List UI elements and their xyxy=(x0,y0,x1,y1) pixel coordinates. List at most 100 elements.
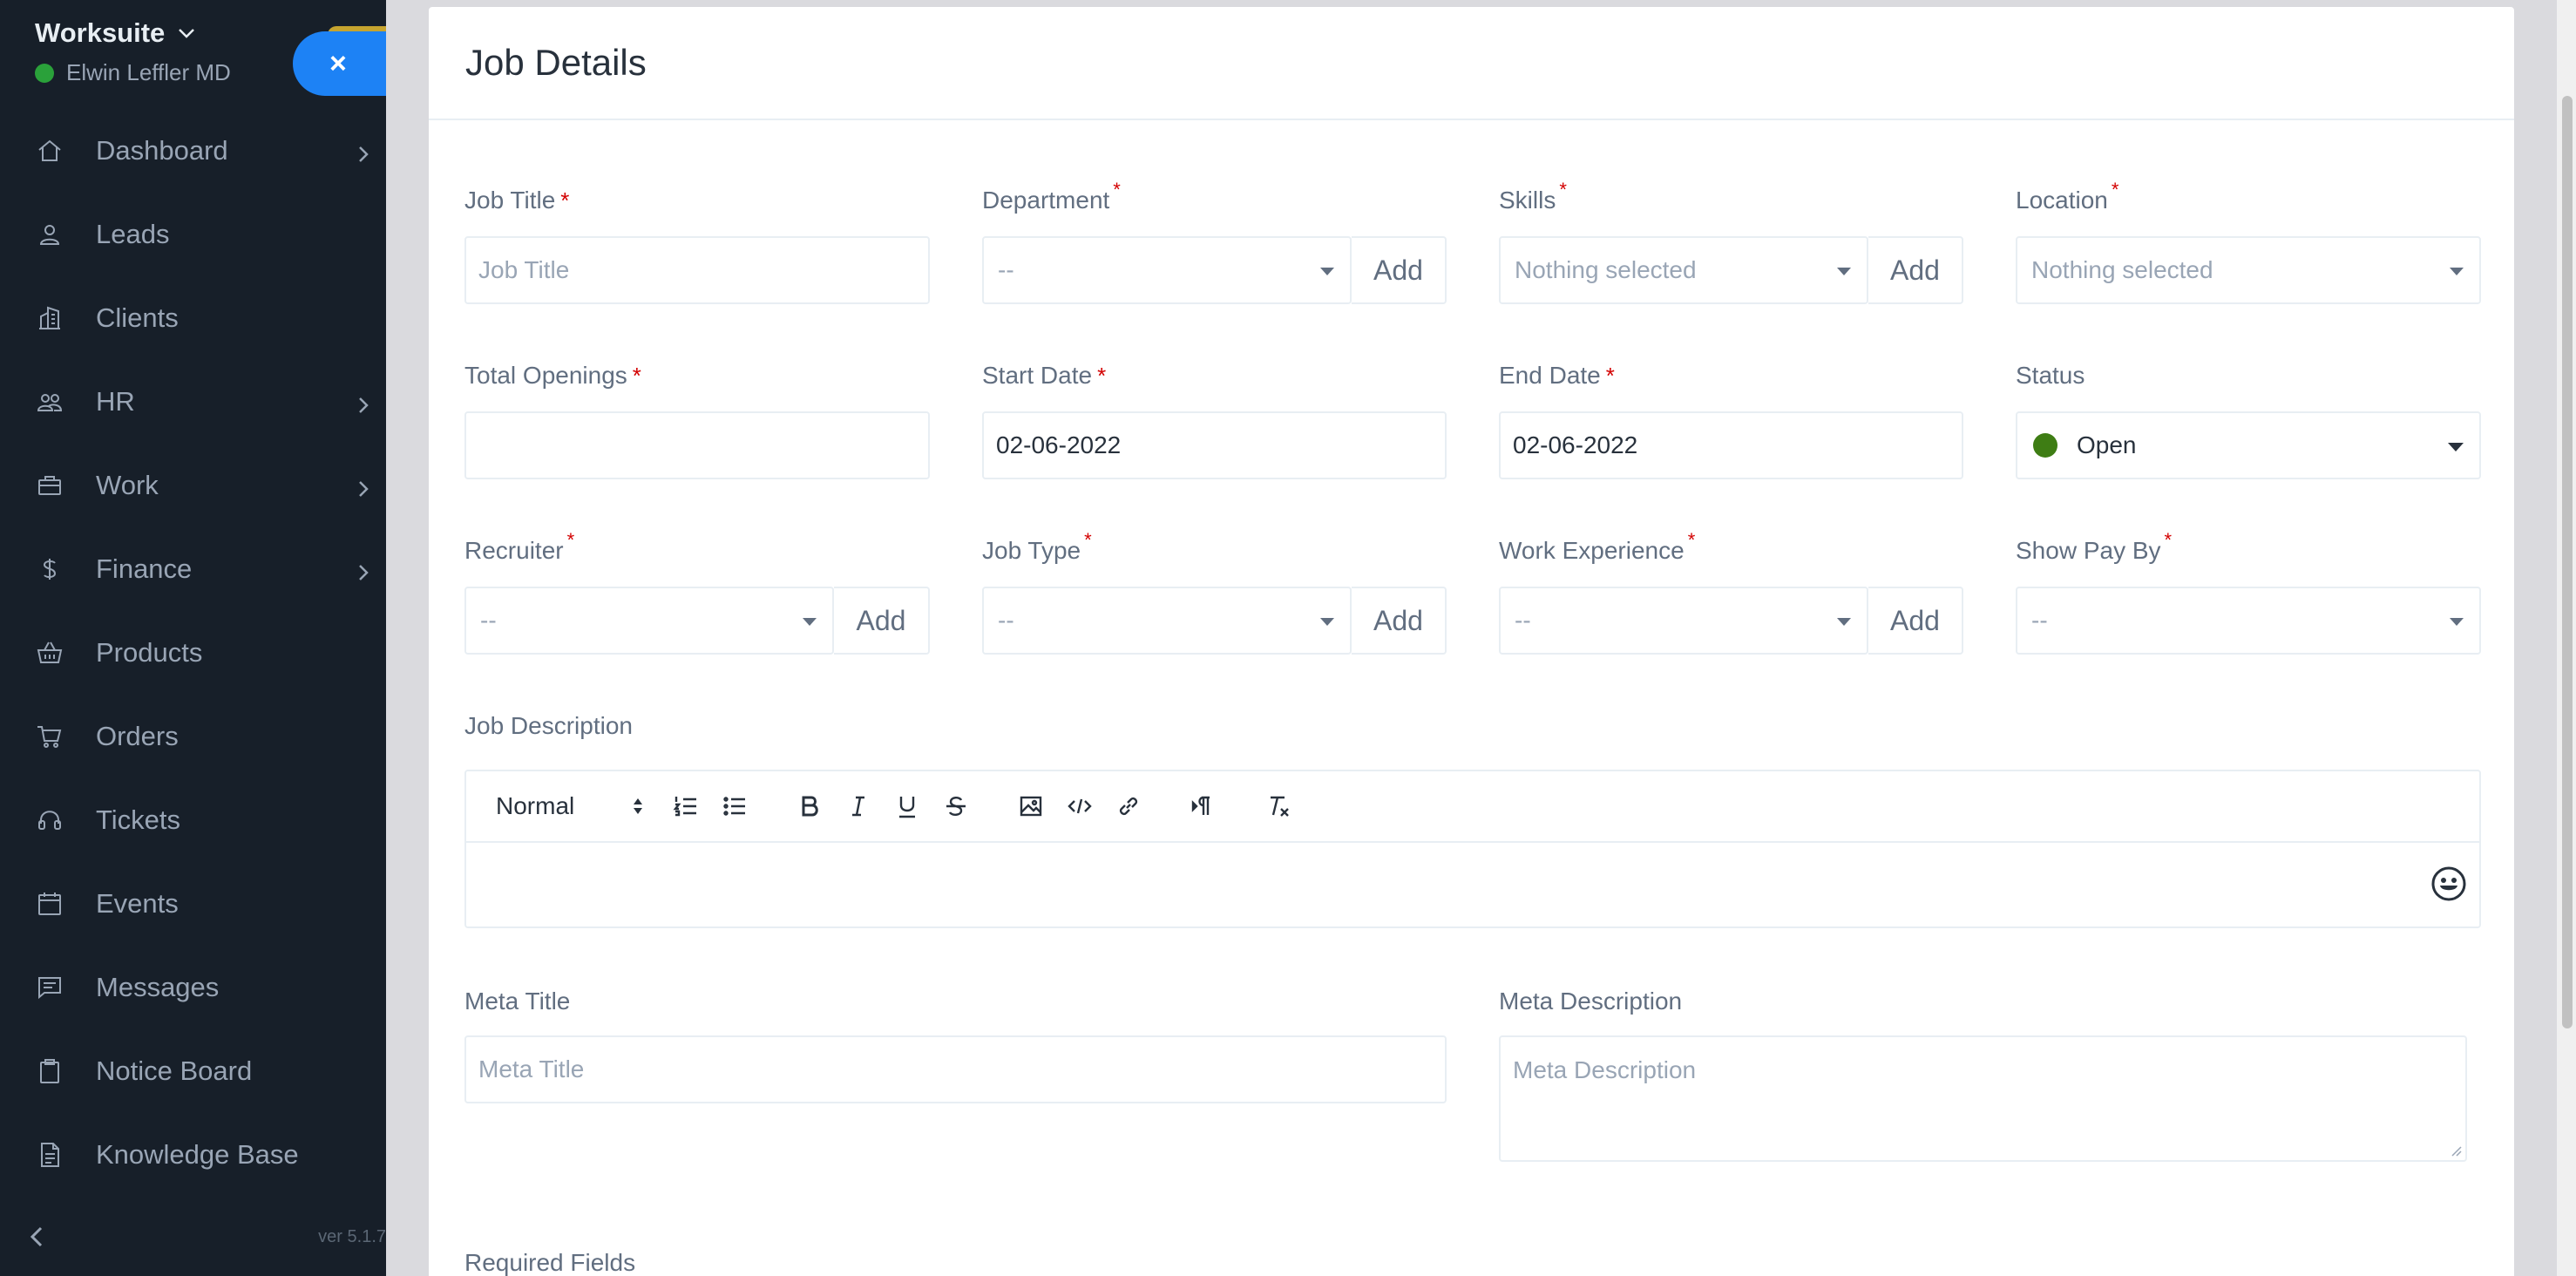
label-text: Meta Description xyxy=(1499,988,1683,1015)
select-value: -- xyxy=(998,607,1014,634)
add-skill-button[interactable]: Add xyxy=(1868,236,1963,304)
sidebar: Worksuite Elwin Leffler MD × Dashboard L… xyxy=(0,0,386,1276)
sidebar-item-label: Finance xyxy=(96,553,193,584)
sidebar-item-label: Events xyxy=(96,888,179,919)
sidebar-item-work[interactable]: Work xyxy=(0,444,386,527)
message-icon xyxy=(35,973,64,1002)
select-value: Nothing selected xyxy=(2031,256,2213,283)
sidebar-item-dashboard[interactable]: Dashboard xyxy=(0,109,386,193)
job-type-label: Job Type * xyxy=(982,529,1092,565)
bullet-list-icon[interactable] xyxy=(719,791,750,822)
collapse-sidebar-icon[interactable] xyxy=(26,1225,47,1249)
link-icon[interactable] xyxy=(1113,791,1144,822)
clear-format-icon[interactable] xyxy=(1263,791,1294,822)
basket-icon xyxy=(35,638,64,668)
chevron-right-icon xyxy=(355,391,372,413)
calendar-icon xyxy=(35,889,64,919)
status-open-icon xyxy=(2033,433,2057,458)
meta-title-label: Meta Title xyxy=(464,988,570,1015)
label-text: Status xyxy=(2016,362,2085,389)
ordered-list-icon[interactable] xyxy=(670,791,702,822)
sidebar-item-label: Knowledge Base xyxy=(96,1139,299,1170)
job-description-label: Job Description xyxy=(464,712,633,740)
sidebar-item-label: Leads xyxy=(96,219,170,249)
label-text: Job Title xyxy=(464,187,556,214)
sidebar-item-orders[interactable]: Orders xyxy=(0,695,386,778)
version-label: ver 5.1.7 xyxy=(318,1227,386,1246)
label-text: Required Fields xyxy=(464,1249,636,1276)
textarea-placeholder: Meta Description xyxy=(1513,1056,1697,1083)
recruiter-select[interactable]: -- xyxy=(464,587,834,655)
meta-title-input[interactable]: Meta Title xyxy=(464,1035,1447,1103)
select-value: -- xyxy=(480,607,497,634)
label-text: Start Date xyxy=(982,362,1093,389)
required-mark: * xyxy=(1084,529,1092,551)
add-work-experience-button[interactable]: Add xyxy=(1868,587,1963,655)
skills-select[interactable]: Nothing selected xyxy=(1499,236,1868,304)
clipboard-icon xyxy=(35,1056,64,1086)
job-type-select[interactable]: -- xyxy=(982,587,1352,655)
department-select[interactable]: -- xyxy=(982,236,1352,304)
sidebar-item-finance[interactable]: Finance xyxy=(0,527,386,611)
format-select[interactable]: Normal xyxy=(496,792,644,820)
end-date-input[interactable]: 02-06-2022 xyxy=(1499,411,1963,479)
required-mark: * xyxy=(1605,363,1615,389)
image-icon[interactable] xyxy=(1015,791,1047,822)
brand[interactable]: Worksuite Elwin Leffler MD xyxy=(35,17,231,86)
caret-down-icon xyxy=(2448,443,2464,451)
required-mark: * xyxy=(2164,529,2173,551)
required-mark: * xyxy=(2111,179,2119,200)
resize-handle-icon[interactable] xyxy=(2448,1143,2462,1157)
dollar-icon xyxy=(35,554,64,584)
sidebar-item-label: Dashboard xyxy=(96,135,228,166)
close-icon: × xyxy=(329,46,347,80)
emoji-icon[interactable] xyxy=(2430,865,2467,902)
user-name: Elwin Leffler MD xyxy=(66,59,231,85)
meta-description-textarea[interactable]: Meta Description xyxy=(1499,1035,2467,1162)
sidebar-item-notice-board[interactable]: Notice Board xyxy=(0,1029,386,1113)
select-value: -- xyxy=(1515,607,1531,634)
chevron-right-icon xyxy=(355,559,372,580)
sidebar-item-label: Messages xyxy=(96,972,220,1002)
italic-icon[interactable] xyxy=(843,791,874,822)
start-date-input[interactable]: 02-06-2022 xyxy=(982,411,1447,479)
underline-icon[interactable] xyxy=(891,791,923,822)
brand-label: Worksuite xyxy=(35,17,166,48)
department-label: Department * xyxy=(982,179,1121,214)
up-down-caret-icon xyxy=(634,798,642,814)
sidebar-item-leads[interactable]: Leads xyxy=(0,193,386,276)
total-openings-input[interactable] xyxy=(464,411,930,479)
close-sidebar-button[interactable]: × xyxy=(293,31,386,96)
caret-down-icon xyxy=(2450,268,2464,275)
select-value: -- xyxy=(998,256,1014,283)
sidebar-item-messages[interactable]: Messages xyxy=(0,946,386,1029)
people-icon xyxy=(35,387,64,417)
show-pay-by-select[interactable]: -- xyxy=(2016,587,2481,655)
sidebar-item-tickets[interactable]: Tickets xyxy=(0,778,386,862)
location-select[interactable]: Nothing selected xyxy=(2016,236,2481,304)
label-text: Skills xyxy=(1499,187,1556,214)
sidebar-item-knowledge-base[interactable]: Knowledge Base xyxy=(0,1113,386,1197)
sidebar-item-products[interactable]: Products xyxy=(0,611,386,695)
add-department-button[interactable]: Add xyxy=(1352,236,1447,304)
label-text: Department xyxy=(982,187,1110,214)
code-icon[interactable] xyxy=(1064,791,1095,822)
sidebar-item-clients[interactable]: Clients xyxy=(0,276,386,360)
status-label: Status xyxy=(2016,362,2085,390)
brand-name[interactable]: Worksuite xyxy=(35,17,231,49)
caret-down-icon xyxy=(2450,618,2464,626)
add-job-type-button[interactable]: Add xyxy=(1352,587,1447,655)
chevron-right-icon xyxy=(355,475,372,497)
status-select[interactable]: Open xyxy=(2016,411,2481,479)
add-recruiter-button[interactable]: Add xyxy=(834,587,930,655)
sidebar-item-hr[interactable]: HR xyxy=(0,360,386,444)
page-scrollbar-thumb[interactable] xyxy=(2562,96,2573,1028)
bold-icon[interactable] xyxy=(794,791,825,822)
job-title-input[interactable]: Job Title xyxy=(464,236,930,304)
strikethrough-icon[interactable] xyxy=(940,791,972,822)
text-direction-icon[interactable] xyxy=(1188,791,1219,822)
label-text: Total Openings xyxy=(464,362,627,389)
label-text: Job Type xyxy=(982,537,1081,564)
sidebar-item-events[interactable]: Events xyxy=(0,862,386,946)
work-experience-select[interactable]: -- xyxy=(1499,587,1868,655)
